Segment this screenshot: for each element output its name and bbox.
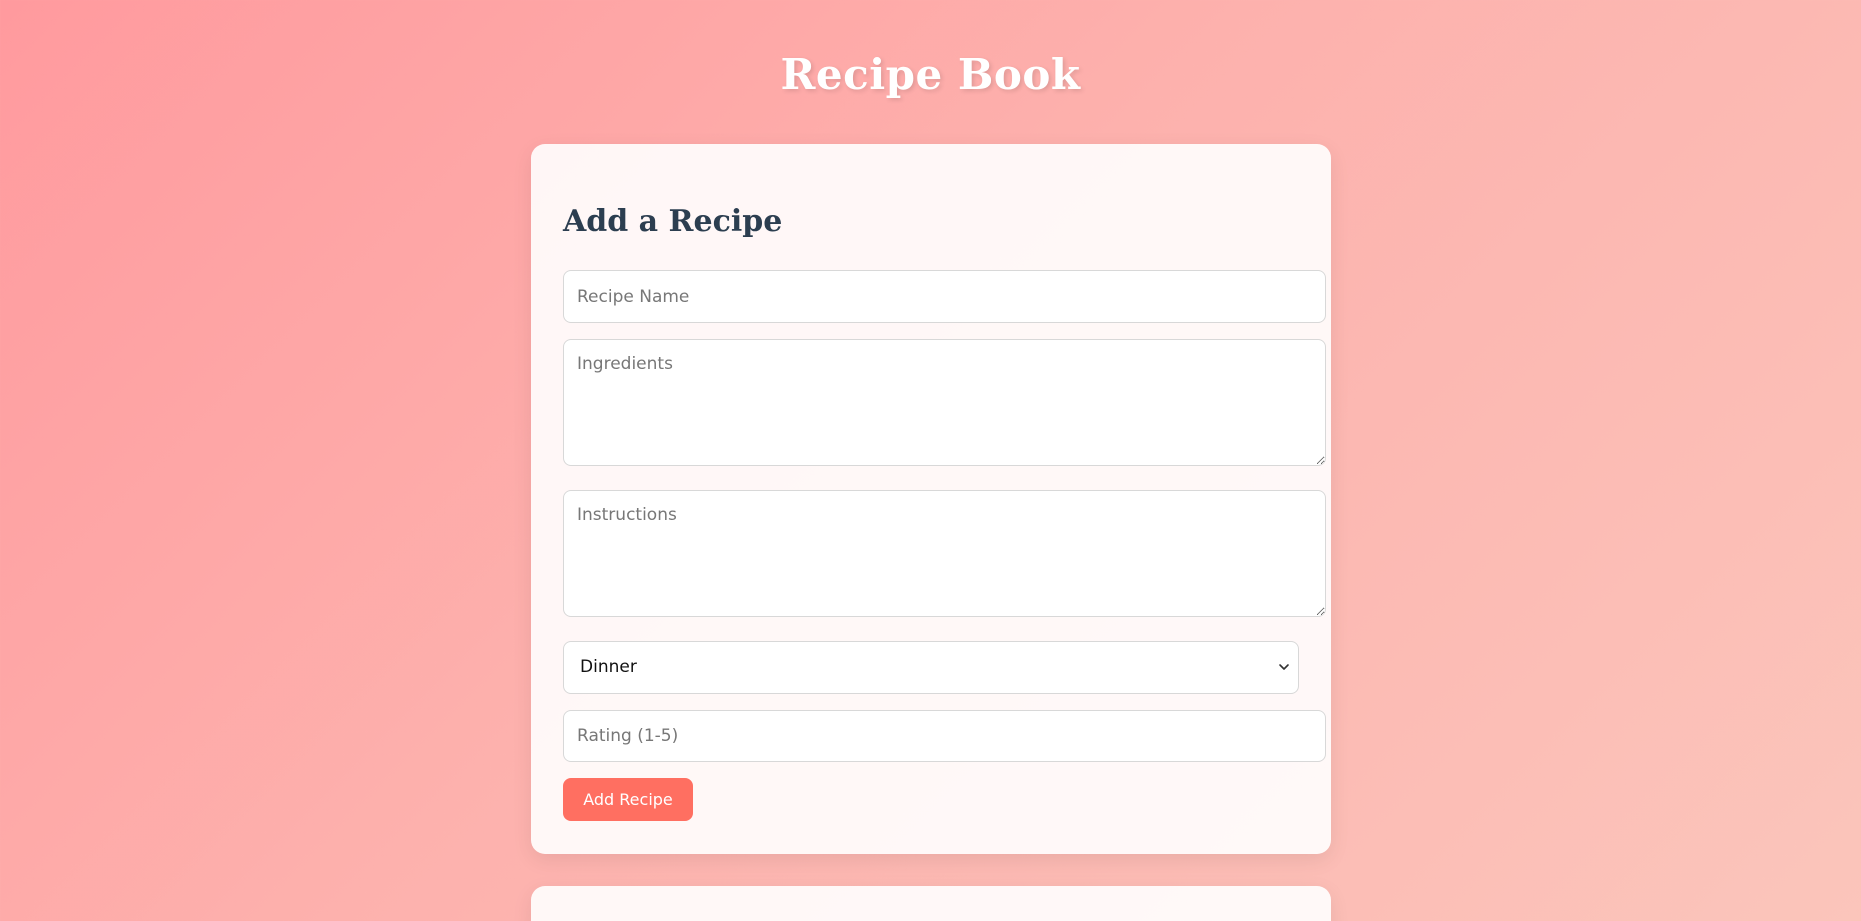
page-title: Recipe Book [780, 50, 1081, 99]
rating-input[interactable] [563, 710, 1326, 762]
category-select[interactable]: Dinner [563, 641, 1299, 694]
chevron-down-icon [1279, 664, 1289, 670]
category-selected-value: Dinner [580, 657, 637, 677]
ingredients-textarea[interactable] [563, 339, 1326, 466]
add-recipe-heading: Add a Recipe [563, 204, 783, 239]
instructions-textarea[interactable] [563, 490, 1326, 617]
add-recipe-card: Add a Recipe Dinner Add Recipe [531, 144, 1331, 854]
recipe-name-input[interactable] [563, 270, 1326, 323]
add-recipe-button[interactable]: Add Recipe [563, 778, 693, 821]
recipe-list-card [531, 886, 1331, 921]
